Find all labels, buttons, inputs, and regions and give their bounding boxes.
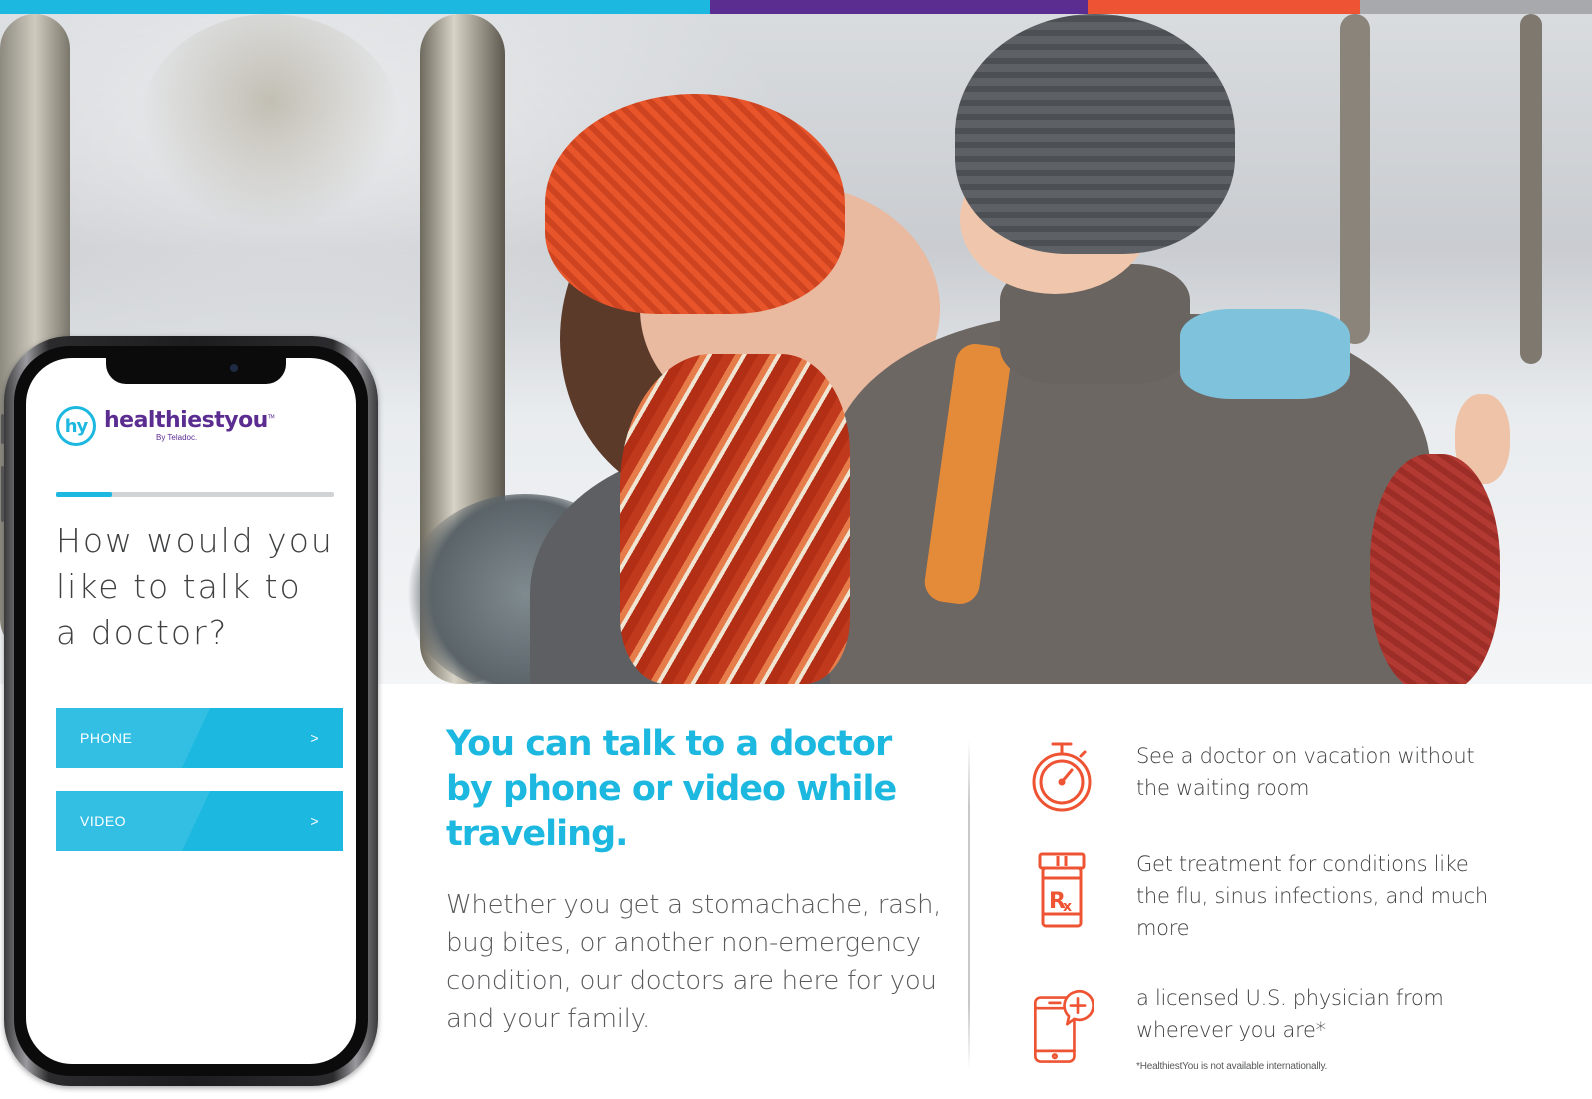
video-option-button[interactable]: VIDEO > <box>56 791 343 851</box>
phone-plus-icon <box>1030 982 1094 1063</box>
progress-bar <box>56 492 334 497</box>
healthiestyou-logo: hy healthiestyouTM By Teladoc. <box>56 406 275 446</box>
body-copy: Whether you get a stomachache, rash, bug… <box>446 890 942 1034</box>
tree-trunk <box>1520 14 1542 364</box>
phone-option-button[interactable]: PHONE > <box>56 708 343 768</box>
strip-segment-blue <box>0 0 710 14</box>
feature-text: a licensed U.S. physician from wherever … <box>1136 986 1444 1042</box>
chevron-right-icon: > <box>310 813 319 829</box>
headline: You can talk to a doctor by phone or vid… <box>446 724 897 854</box>
progress-fill <box>56 492 112 497</box>
woman-scarf <box>620 354 850 684</box>
phone-option-label: PHONE <box>80 730 133 746</box>
feature-item: R x Get treatment for conditions like th… <box>1030 848 1496 944</box>
question-heading: How would you like to talk to a doctor? <box>56 521 334 652</box>
phone-notch <box>106 358 286 384</box>
child-gray-hat <box>955 14 1235 254</box>
strip-segment-orange <box>1088 0 1360 14</box>
feature-text: Get treatment for conditions like the fl… <box>1136 852 1488 940</box>
top-color-strip <box>0 0 1592 14</box>
footnote: *HealthiestYou is not available internat… <box>1136 1061 1328 1072</box>
camera-icon <box>230 364 238 372</box>
logo-tm: TM <box>267 414 275 421</box>
phone-screen: hy healthiestyouTM By Teladoc. How would… <box>26 358 356 1064</box>
phone-mockup: hy healthiestyouTM By Teladoc. How would… <box>1 336 378 1086</box>
strip-segment-gray <box>1360 0 1592 14</box>
logo-name: healthiestyou <box>104 408 268 433</box>
feature-text: See a doctor on vacation without the wai… <box>1136 744 1475 800</box>
woman-red-hat <box>545 94 845 314</box>
hy-logo-icon: hy <box>56 406 96 446</box>
vertical-divider <box>968 740 970 1070</box>
logo-by-teladoc: By Teladoc. <box>156 433 198 442</box>
strip-segment-purple <box>710 0 1088 14</box>
tree-trunk <box>1340 14 1370 344</box>
svg-text:x: x <box>1063 899 1072 915</box>
feature-item: See a doctor on vacation without the wai… <box>1030 740 1496 820</box>
rx-bottle-icon: R x <box>1030 848 1094 928</box>
feature-item: a licensed U.S. physician from wherever … <box>1030 982 1496 1063</box>
stopwatch-icon <box>1030 740 1094 820</box>
red-mitten <box>1370 454 1500 684</box>
chevron-right-icon: > <box>310 730 319 746</box>
video-option-label: VIDEO <box>80 813 127 829</box>
